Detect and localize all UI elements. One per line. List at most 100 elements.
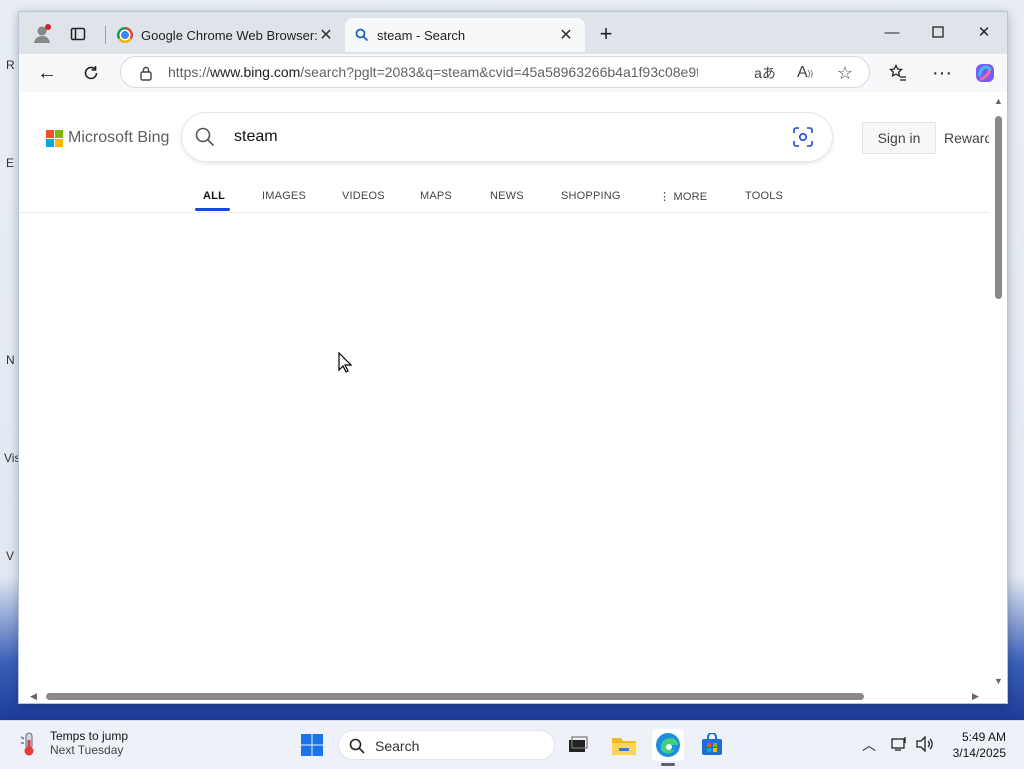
tab-more[interactable]: ⋮ MORE: [659, 190, 707, 203]
search-icon: [355, 28, 369, 42]
bing-logo[interactable]: Microsoft Bing: [46, 129, 169, 147]
clock-time: 5:49 AM: [961, 730, 1006, 744]
system-clock[interactable]: 5:49 AM 3/14/2025: [942, 729, 1006, 761]
folder-icon: [612, 738, 636, 755]
scroll-right-icon[interactable]: ▶: [972, 691, 979, 702]
windows-logo-icon: [301, 734, 323, 756]
scroll-left-icon[interactable]: ◀: [30, 691, 37, 702]
tab-news[interactable]: NEWS: [490, 190, 524, 202]
chevron-up-icon[interactable]: ︿: [862, 735, 876, 755]
favorite-star-icon[interactable]: ☆: [833, 61, 857, 85]
taskbar-search[interactable]: Search: [338, 730, 555, 760]
search-icon: [349, 738, 365, 754]
logo-square-blue: [46, 138, 54, 147]
network-icon[interactable]: [891, 736, 909, 752]
desktop-icon-label[interactable]: V: [6, 549, 14, 563]
copilot-button[interactable]: [969, 58, 1001, 88]
scroll-down-icon[interactable]: ▼: [994, 676, 1003, 686]
search-input[interactable]: steam: [234, 128, 278, 146]
more-vertical-icon: ⋮: [659, 191, 671, 203]
address-bar[interactable]: https://www.bing.com/search?pglt=2083&q=…: [120, 56, 870, 88]
store-icon: [702, 733, 722, 755]
volume-icon[interactable]: [916, 736, 934, 752]
edge-icon: [656, 733, 680, 757]
tab-shopping[interactable]: SHOPPING: [561, 190, 621, 202]
read-aloud-icon[interactable]: A)): [793, 61, 817, 85]
store-button[interactable]: [696, 729, 728, 761]
weather-title: Temps to jump: [50, 729, 129, 743]
minimize-icon: —: [884, 23, 900, 41]
arrow-left-icon: ←: [37, 61, 57, 84]
tab-videos[interactable]: VIDEOS: [342, 190, 385, 202]
maximize-button[interactable]: [915, 12, 961, 52]
tab-actions-button[interactable]: [63, 20, 93, 48]
lock-icon[interactable]: [134, 61, 158, 85]
logo-square-green: [55, 129, 63, 138]
more-dots-icon: ···: [932, 61, 952, 84]
plus-icon: +: [599, 21, 613, 46]
close-tab-icon[interactable]: ✕: [557, 25, 575, 45]
task-view-button[interactable]: [562, 729, 594, 761]
file-explorer-button[interactable]: [608, 729, 640, 761]
tab-actions-icon: [70, 27, 86, 41]
sign-in-button[interactable]: Sign in: [862, 122, 936, 154]
tab-tools[interactable]: TOOLS: [745, 190, 783, 202]
desktop-icon-label[interactable]: R: [6, 58, 15, 72]
close-window-button[interactable]: ✕: [961, 12, 1007, 52]
horizontal-scrollbar[interactable]: ◀ ▶: [19, 689, 989, 703]
tab-label: steam - Search: [377, 27, 466, 43]
logo-square-red: [46, 129, 54, 138]
brand-text: Microsoft Bing: [68, 129, 170, 146]
start-button[interactable]: [296, 729, 328, 761]
weather-subtitle: Next Tuesday: [50, 743, 124, 757]
browser-window: Google Chrome Web Browser: Fin ✕ steam -…: [18, 11, 1008, 704]
minimize-button[interactable]: —: [869, 12, 915, 52]
task-view-icon: [569, 736, 588, 752]
browser-toolbar: ← https://www.bing.com/search?pglt=2083&…: [19, 54, 1007, 92]
page-content: Microsoft Bing steam Sign in Rewards ALL…: [19, 92, 1007, 703]
tab-images[interactable]: IMAGES: [262, 190, 306, 202]
active-tab-underline: [195, 208, 230, 211]
close-icon: ✕: [977, 24, 991, 41]
new-tab-button[interactable]: +: [591, 20, 621, 48]
copilot-icon: [976, 64, 994, 82]
profile-icon: [34, 24, 51, 43]
logo-square-yellow: [55, 138, 63, 147]
search-icon[interactable]: [195, 127, 215, 147]
close-tab-icon[interactable]: ✕: [317, 25, 335, 45]
maximize-icon: [932, 26, 944, 38]
taskbar: Temps to jump Next Tuesday Search ︿ 5:49…: [0, 720, 1024, 769]
settings-more-button[interactable]: ···: [926, 58, 958, 88]
tab-steam-search[interactable]: steam - Search ✕: [345, 18, 585, 52]
vertical-scrollbar[interactable]: ▲ ▼: [989, 92, 1007, 689]
tab-all[interactable]: ALL: [203, 190, 225, 202]
profile-button[interactable]: [27, 20, 57, 48]
refresh-button[interactable]: [75, 58, 107, 88]
title-bar: Google Chrome Web Browser: Fin ✕ steam -…: [19, 12, 1007, 54]
refresh-icon: [84, 66, 98, 80]
visual-search-icon[interactable]: [793, 127, 813, 147]
desktop-icon-label[interactable]: E: [6, 156, 14, 170]
tab-label: Google Chrome Web Browser: Fin: [141, 27, 317, 43]
desktop-icon-label[interactable]: N: [6, 353, 15, 367]
horizontal-scroll-thumb[interactable]: [46, 693, 864, 700]
weather-widget[interactable]: Temps to jump Next Tuesday: [18, 729, 128, 757]
vertical-scroll-thumb[interactable]: [995, 116, 1002, 299]
mouse-cursor-icon: [338, 352, 352, 373]
scroll-up-icon[interactable]: ▲: [994, 96, 1003, 106]
search-box[interactable]: steam: [182, 113, 832, 161]
tab-maps[interactable]: MAPS: [420, 190, 452, 202]
microsoft-logo-icon: [46, 129, 63, 147]
chrome-icon: [117, 27, 133, 43]
search-nav-tabs: ALL IMAGES VIDEOS MAPS NEWS SHOPPING ⋮ M…: [19, 182, 989, 213]
back-button[interactable]: ←: [31, 58, 63, 88]
favorites-button[interactable]: [882, 58, 914, 88]
edge-button[interactable]: [652, 729, 684, 766]
url-text[interactable]: https://www.bing.com/search?pglt=2083&q=…: [168, 64, 698, 80]
translate-icon[interactable]: aあ: [753, 61, 777, 85]
favorites-icon: [889, 64, 906, 81]
tab-chrome-store[interactable]: Google Chrome Web Browser: Fin ✕: [107, 18, 345, 52]
thermometer-icon: [20, 732, 34, 756]
clock-date: 3/14/2025: [952, 746, 1006, 760]
taskbar-search-label: Search: [375, 738, 420, 754]
